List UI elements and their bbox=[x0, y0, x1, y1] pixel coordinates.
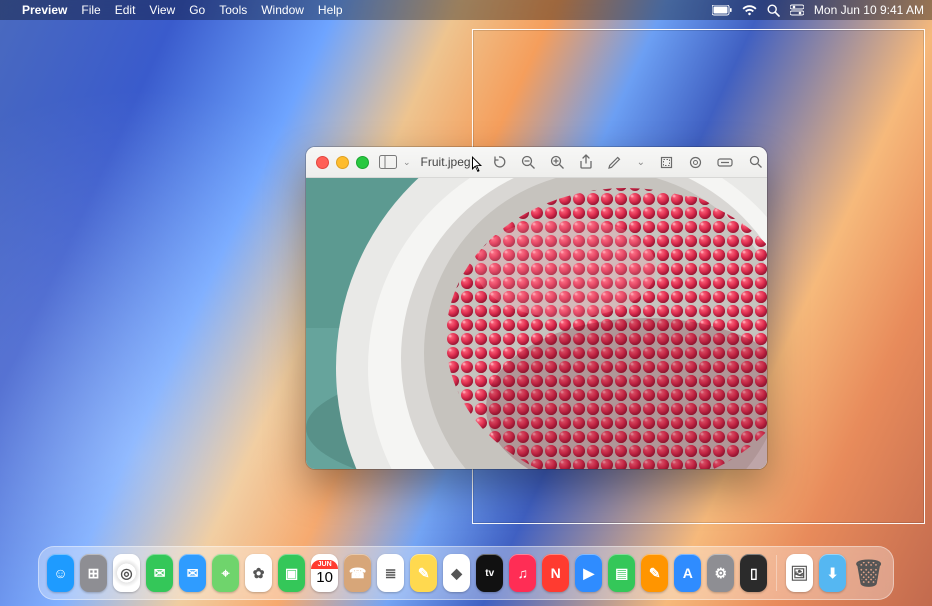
dock-settings[interactable]: ⚙ bbox=[707, 554, 734, 592]
dock-facetime[interactable]: ▣ bbox=[278, 554, 305, 592]
titlebar[interactable]: ⌄ Fruit.jpeg ⌄ bbox=[306, 147, 767, 178]
dock-safari[interactable]: ◎ bbox=[113, 554, 140, 592]
dock-preview-app[interactable]: 🖼 bbox=[786, 554, 813, 592]
pointer-cursor bbox=[472, 156, 484, 174]
dock-iphone-mirror[interactable]: ▯ bbox=[740, 554, 767, 592]
app-menu[interactable]: Preview bbox=[22, 3, 67, 17]
menu-edit[interactable]: Edit bbox=[115, 3, 136, 17]
dock-tv[interactable]: tv bbox=[476, 554, 503, 592]
dock-mail[interactable]: ✉ bbox=[179, 554, 206, 592]
menu-file[interactable]: File bbox=[81, 3, 100, 17]
battery-icon[interactable] bbox=[712, 5, 732, 16]
markup-icon[interactable] bbox=[607, 154, 623, 170]
dock-numbers[interactable]: ▤ bbox=[608, 554, 635, 592]
search-icon[interactable] bbox=[749, 155, 763, 169]
preview-toolbar: ⌄ bbox=[491, 154, 763, 170]
window-title: Fruit.jpeg bbox=[421, 155, 471, 169]
dock-notes[interactable]: ✎ bbox=[410, 554, 437, 592]
menu-window[interactable]: Window bbox=[261, 3, 304, 17]
chevron-down-icon: ⌄ bbox=[403, 157, 411, 168]
dock-freeform[interactable]: ◆ bbox=[443, 554, 470, 592]
window-controls bbox=[316, 156, 369, 169]
control-center-icon[interactable] bbox=[790, 4, 804, 16]
zoom-in-icon[interactable] bbox=[550, 155, 565, 170]
menubar: Preview File Edit View Go Tools Window H… bbox=[0, 0, 932, 20]
dock-separator bbox=[776, 555, 777, 591]
dock-finder[interactable]: ☺ bbox=[47, 554, 74, 592]
dock-maps[interactable]: ⌖ bbox=[212, 554, 239, 592]
dock-appstore[interactable]: A bbox=[674, 554, 701, 592]
dock-launchpad[interactable]: ⊞ bbox=[80, 554, 107, 592]
sidebar-toggle[interactable]: ⌄ bbox=[379, 155, 411, 169]
menu-help[interactable]: Help bbox=[318, 3, 343, 17]
menu-view[interactable]: View bbox=[149, 3, 175, 17]
clock[interactable]: Mon Jun 10 9:41 AM bbox=[814, 3, 924, 17]
fullscreen-button[interactable] bbox=[356, 156, 369, 169]
minimize-button[interactable] bbox=[336, 156, 349, 169]
spotlight-icon[interactable] bbox=[767, 4, 780, 17]
adjust-color-icon[interactable] bbox=[688, 155, 703, 170]
share-icon[interactable] bbox=[579, 154, 593, 170]
menu-tools[interactable]: Tools bbox=[219, 3, 247, 17]
status-icons: Mon Jun 10 9:41 AM bbox=[712, 3, 924, 17]
close-button[interactable] bbox=[316, 156, 329, 169]
preview-window[interactable]: ⌄ Fruit.jpeg ⌄ bbox=[306, 147, 767, 469]
dock-reminders[interactable]: ≣ bbox=[377, 554, 404, 592]
dock-calendar[interactable]: JUN10 bbox=[311, 554, 338, 592]
desktop: Preview File Edit View Go Tools Window H… bbox=[0, 0, 932, 606]
highlight-icon[interactable] bbox=[717, 156, 735, 168]
dock-pages[interactable]: ✎ bbox=[641, 554, 668, 592]
crop-icon[interactable] bbox=[659, 155, 674, 170]
dock-music[interactable]: ♫ bbox=[509, 554, 536, 592]
dock-keynote[interactable]: ▶ bbox=[575, 554, 602, 592]
dock-photos[interactable]: ✿ bbox=[245, 554, 272, 592]
dock-news[interactable]: N bbox=[542, 554, 569, 592]
dock: ☺⊞◎✉✉⌖✿▣JUN10☎≣✎◆tv♫N▶▤✎A⚙▯🖼⬇🗑 bbox=[38, 546, 894, 600]
dock-contacts[interactable]: ☎ bbox=[344, 554, 371, 592]
wifi-icon[interactable] bbox=[742, 5, 757, 16]
menu-go[interactable]: Go bbox=[189, 3, 205, 17]
rotate-left-icon[interactable] bbox=[491, 154, 507, 170]
zoom-out-icon[interactable] bbox=[521, 155, 536, 170]
dock-downloads[interactable]: ⬇ bbox=[819, 554, 846, 592]
image-canvas[interactable] bbox=[306, 178, 767, 469]
dock-trash[interactable]: 🗑 bbox=[852, 554, 885, 592]
dock-messages[interactable]: ✉ bbox=[146, 554, 173, 592]
chevron-down-icon[interactable]: ⌄ bbox=[637, 157, 645, 168]
